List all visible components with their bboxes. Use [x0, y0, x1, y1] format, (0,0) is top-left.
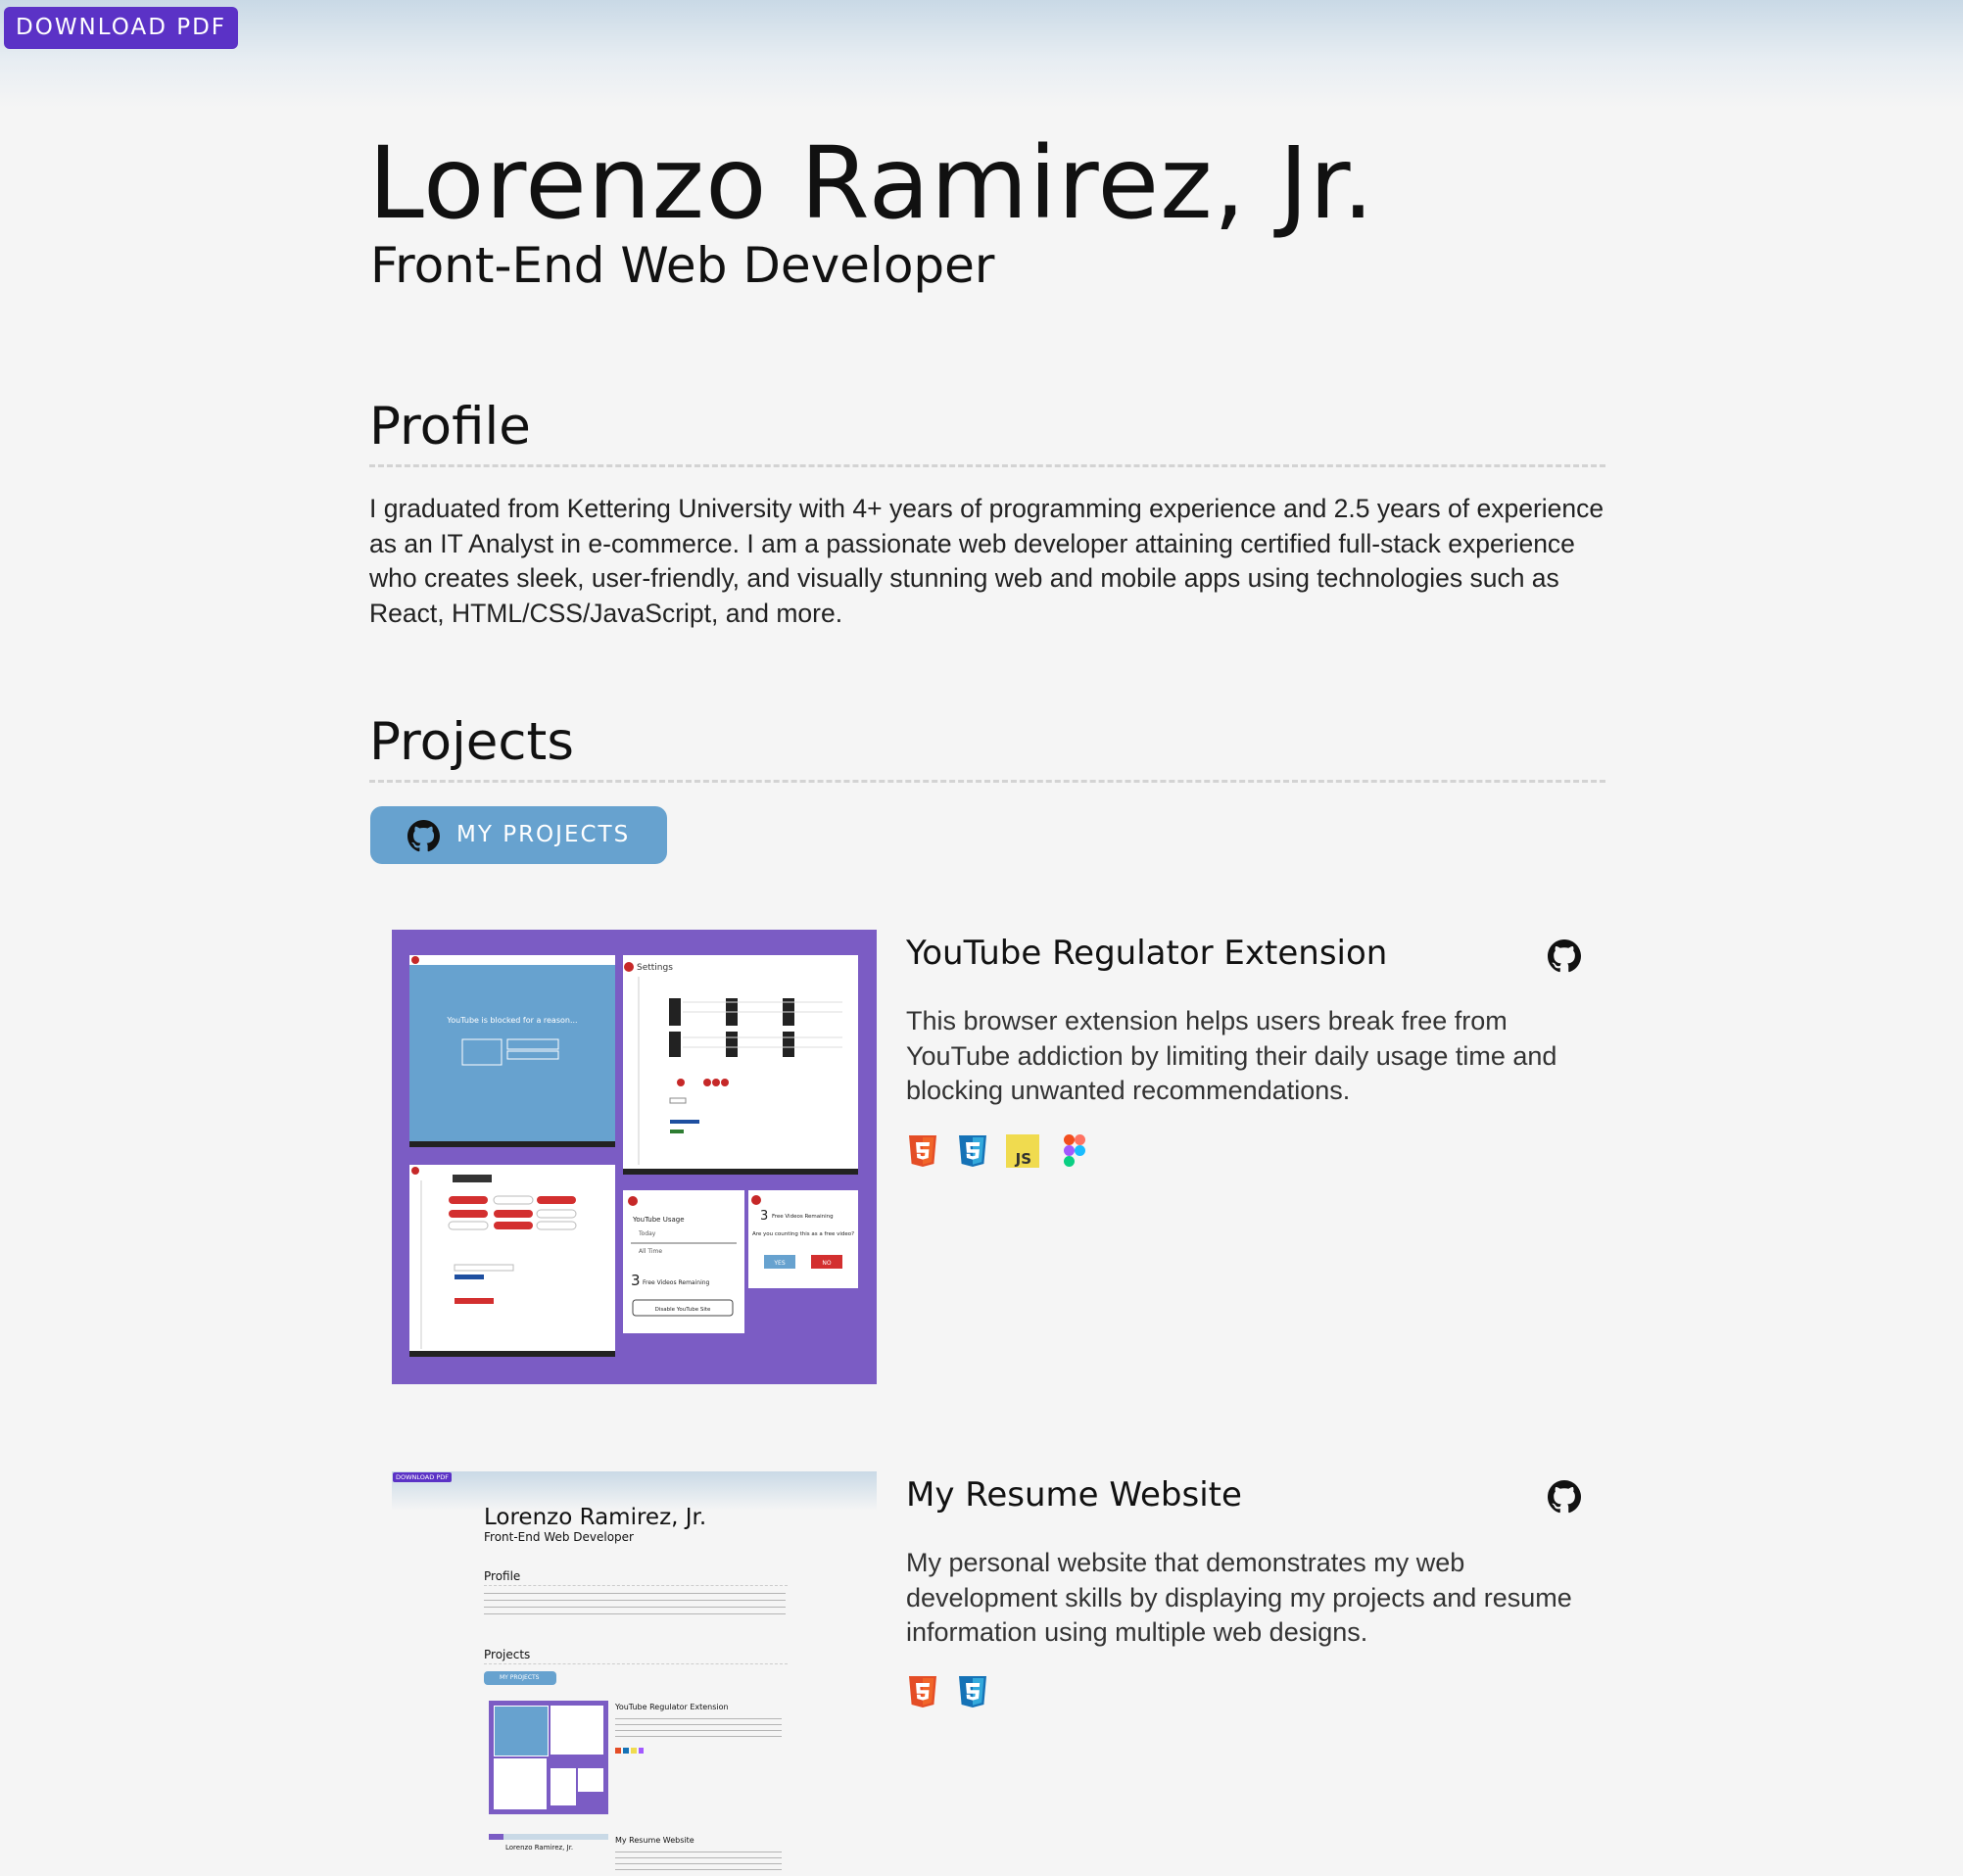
no-label: NO: [822, 1260, 831, 1267]
settings-label: Settings: [637, 963, 673, 973]
github-icon[interactable]: [1548, 939, 1581, 973]
thumbnail-nested-name: Lorenzo Ramirez, Jr.: [505, 1844, 574, 1852]
today-label: Today: [638, 1230, 656, 1237]
github-icon: [407, 820, 440, 852]
project-description-youtube-regulator: This browser extension helps users break…: [906, 1006, 1557, 1105]
yes-label: YES: [773, 1260, 785, 1267]
count-question: Are you counting this as a free video?: [752, 1231, 854, 1237]
thumbnail-name: Lorenzo Ramirez, Jr.: [484, 1505, 707, 1530]
page-title: Lorenzo Ramirez, Jr.: [368, 125, 1375, 242]
header-band: [0, 0, 1963, 108]
project-title-youtube-regulator: YouTube Regulator Extension: [906, 934, 1388, 973]
project-collage: YouTube is blocked for a reason... Setti…: [409, 955, 858, 1357]
job-title: Front-End Web Developer: [370, 237, 995, 294]
download-pdf-button[interactable]: DOWNLOAD PDF: [4, 7, 239, 49]
profile-divider: [369, 464, 1605, 467]
my-projects-button[interactable]: MY PROJECTS: [370, 806, 667, 864]
css3-icon: [959, 1135, 986, 1167]
thumbnail-item1-title: YouTube Regulator Extension: [615, 1703, 729, 1711]
github-icon[interactable]: [1548, 1480, 1581, 1514]
figma-icon: [1064, 1134, 1085, 1167]
profile-text: I graduated from Kettering University wi…: [369, 494, 1604, 628]
javascript-icon: JS: [1006, 1134, 1039, 1168]
projects-heading: Projects: [369, 712, 574, 772]
youtube-regulator-screenshot[interactable]: YouTube is blocked for a reason... Setti…: [392, 930, 877, 1384]
blocked-message: YouTube is blocked for a reason...: [446, 1016, 577, 1025]
disable-label: Disable YouTube Site: [655, 1307, 711, 1313]
project-description-resume-website: My personal website that demonstrates my…: [906, 1548, 1572, 1647]
svg-text:JS: JS: [1015, 1150, 1031, 1168]
resume-website-screenshot[interactable]: DOWNLOAD PDF Lorenzo Ramirez, Jr. Front-…: [392, 1471, 877, 1876]
html5-icon: [909, 1135, 936, 1167]
css3-icon: [959, 1676, 986, 1708]
html5-icon: [909, 1676, 936, 1708]
thumbnail-download-label: DOWNLOAD PDF: [393, 1472, 452, 1482]
all-time-label: All Time: [639, 1248, 662, 1255]
thumbnail-profile-heading: Profile: [484, 1569, 521, 1583]
projects-divider: [369, 780, 1605, 783]
thumbnail-item2-title: My Resume Website: [615, 1836, 694, 1845]
free-label: Free Videos Remaining: [643, 1279, 710, 1286]
my-projects-label: MY PROJECTS: [456, 822, 631, 847]
thumbnail-projects-heading: Projects: [484, 1648, 531, 1661]
project-title-resume-website: My Resume Website: [906, 1475, 1242, 1515]
thumbnail-projects-button: MY PROJECTS: [484, 1671, 556, 1685]
profile-heading: Profile: [369, 397, 531, 457]
usage-label: YouTube Usage: [632, 1216, 685, 1224]
free-label-2: Free Videos Remaining: [772, 1214, 834, 1220]
thumbnail-role: Front-End Web Developer: [484, 1530, 634, 1544]
free-count-2: 3: [760, 1209, 768, 1224]
free-count: 3: [631, 1272, 641, 1289]
